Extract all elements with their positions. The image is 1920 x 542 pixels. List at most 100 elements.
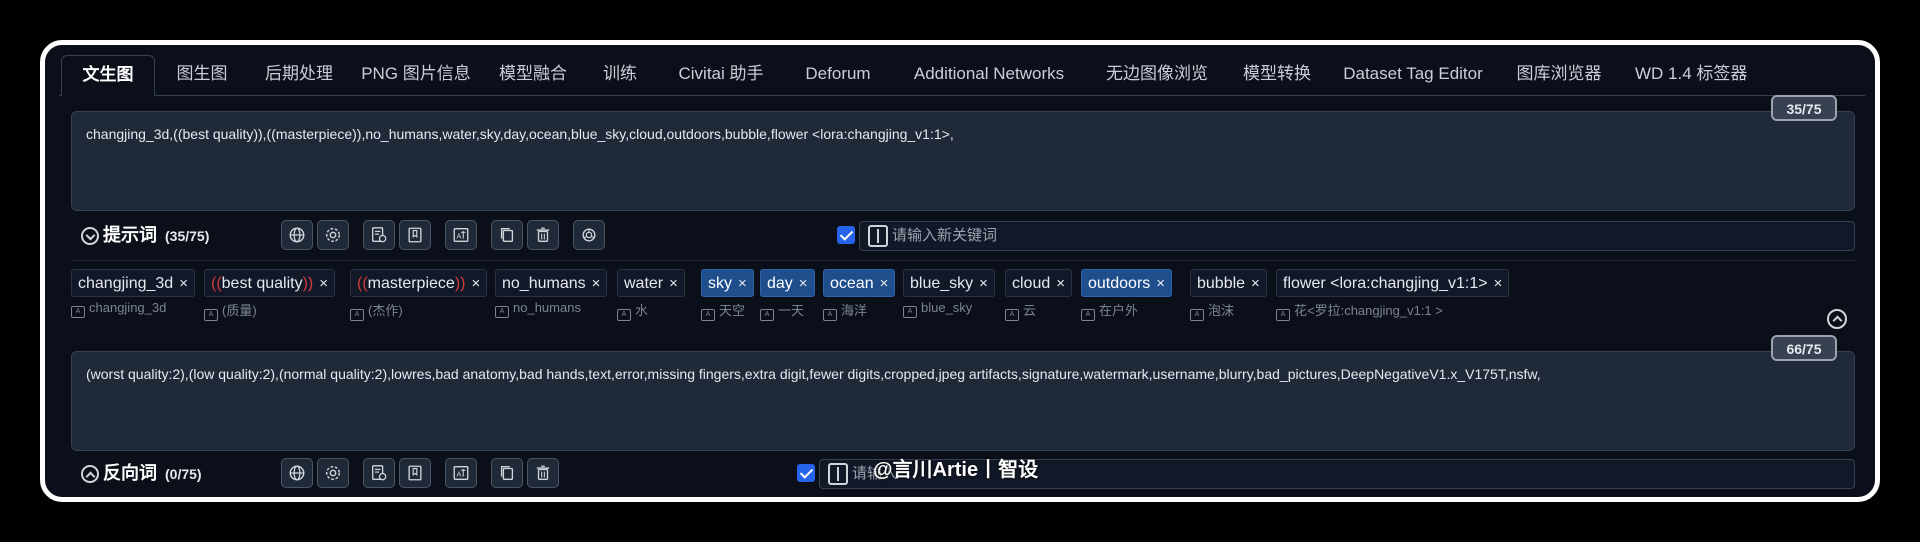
tag-translation: 泡沫 <box>1208 303 1235 318</box>
remove-tag-icon[interactable]: × <box>1156 275 1165 292</box>
tag-translation: 花<罗拉:changjing_v1:1 > <box>1294 303 1443 318</box>
bookmark-icon <box>408 227 422 243</box>
tab-deforum[interactable]: Deforum <box>787 55 889 95</box>
document-clock-icon <box>372 465 387 481</box>
tag-item[interactable]: bubble × A 泡沫 <box>1190 269 1267 321</box>
keyword-enable-checkbox[interactable] <box>797 464 815 482</box>
tab-wd14-tagger[interactable]: WD 1.4 标签器 <box>1619 55 1779 95</box>
tab-img2img[interactable]: 图生图 <box>157 55 247 95</box>
translate-small-icon: A <box>1081 309 1095 321</box>
copy-button[interactable] <box>491 458 523 488</box>
tag-item[interactable]: ((masterpiece)) × A (杰作) <box>350 269 488 321</box>
remove-tag-icon[interactable]: × <box>592 275 601 292</box>
tag-item[interactable]: outdoors × A 在户外 <box>1081 269 1173 321</box>
remove-tag-icon[interactable]: × <box>1494 275 1503 292</box>
copy-button[interactable] <box>491 220 523 250</box>
tag-label: day <box>767 275 793 292</box>
negative-prompt-textarea[interactable]: (worst quality:2),(low quality:2),(norma… <box>71 351 1855 451</box>
document-clock-icon <box>372 227 387 243</box>
tag-translation: blue_sky <box>921 300 973 315</box>
tag-item[interactable]: ((best quality)) × A (质量) <box>204 269 336 321</box>
translate-button[interactable] <box>281 458 313 488</box>
translate-small-icon: A <box>701 309 715 321</box>
tag-translation: no_humans <box>513 300 581 315</box>
positive-prompt-textarea[interactable]: changjing_3d,((best quality)),((masterpi… <box>71 111 1855 211</box>
positive-toolbar: 提示词 (35/75) A 请输入新关键词 <box>71 215 1855 255</box>
tab-txt2img[interactable]: 文生图 <box>61 55 155 96</box>
tab-png-info[interactable]: PNG 图片信息 <box>351 55 481 95</box>
tag-item[interactable]: day × A 一天 <box>760 269 815 321</box>
tab-dataset-tag-editor[interactable]: Dataset Tag Editor <box>1329 55 1497 95</box>
translate-small-icon: A <box>495 306 509 318</box>
translate-small-icon: A <box>903 306 917 318</box>
tag-label: ocean <box>830 275 874 292</box>
history-button[interactable] <box>363 220 395 250</box>
tag-label: outdoors <box>1088 275 1151 292</box>
translate-small-icon: A <box>823 309 837 321</box>
text-cursor-icon <box>868 225 888 247</box>
favorites-button[interactable] <box>399 458 431 488</box>
positive-token-counter: 35/75 <box>1771 95 1837 121</box>
tab-train[interactable]: 训练 <box>585 55 655 95</box>
tab-gallery-browser[interactable]: 图库浏览器 <box>1499 55 1619 95</box>
tab-image-browser[interactable]: 无边图像浏览 <box>1089 55 1225 95</box>
remove-tag-icon[interactable]: × <box>880 275 889 292</box>
tab-bar: 文生图 图生图 后期处理 PNG 图片信息 模型融合 训练 Civitai 助手… <box>59 55 1865 96</box>
remove-tag-icon[interactable]: × <box>319 275 328 292</box>
tab-checkpoint-merger[interactable]: 模型融合 <box>483 55 583 95</box>
tag-translation: 水 <box>635 303 649 318</box>
new-keyword-input[interactable]: 请输入新关键词 <box>859 221 1855 251</box>
remove-tag-icon[interactable]: × <box>738 275 747 292</box>
negative-prompt-text: (worst quality:2),(low quality:2),(norma… <box>86 366 1541 382</box>
tag-item[interactable]: ocean × A 海洋 <box>823 269 896 321</box>
tag-item[interactable]: blue_sky × Ablue_sky <box>903 269 995 318</box>
settings-button[interactable] <box>317 220 349 250</box>
settings-button[interactable] <box>317 458 349 488</box>
clear-button[interactable] <box>527 220 559 250</box>
tab-extras[interactable]: 后期处理 <box>249 55 349 95</box>
remove-tag-icon[interactable]: × <box>979 275 988 292</box>
tag-item[interactable]: changjing_3d × Achangjing_3d <box>71 269 195 318</box>
remove-tag-icon[interactable]: × <box>1251 275 1260 292</box>
clear-button[interactable] <box>527 458 559 488</box>
collapse-tags-icon[interactable] <box>1827 309 1847 329</box>
tab-civitai-helper[interactable]: Civitai 助手 <box>657 55 785 95</box>
translate-small-icon: A <box>1276 309 1290 321</box>
remove-tag-icon[interactable]: × <box>1056 275 1065 292</box>
keyword-enable-checkbox[interactable] <box>837 226 855 244</box>
remove-tag-icon[interactable]: × <box>471 275 480 292</box>
svg-text:A: A <box>457 470 462 479</box>
tag-label: blue_sky <box>910 275 974 292</box>
translate-small-icon: A <box>760 309 774 321</box>
history-button[interactable] <box>363 458 395 488</box>
translate-prompt-button[interactable]: A <box>445 458 477 488</box>
translate-button[interactable] <box>281 220 313 250</box>
tag-item[interactable]: cloud × A云 <box>1005 269 1073 321</box>
trash-icon <box>536 465 550 480</box>
tab-model-converter[interactable]: 模型转换 <box>1227 55 1327 95</box>
remove-tag-icon[interactable]: × <box>179 275 188 292</box>
globe-icon <box>289 465 305 481</box>
webui-panel: 文生图 图生图 后期处理 PNG 图片信息 模型融合 训练 Civitai 助手… <box>59 55 1865 489</box>
remove-tag-icon[interactable]: × <box>669 275 678 292</box>
tag-item[interactable]: no_humans × Ano_humans <box>495 269 608 318</box>
chatgpt-button[interactable] <box>573 220 605 250</box>
favorites-button[interactable] <box>399 220 431 250</box>
text-cursor-icon <box>828 463 848 485</box>
tag-weight-paren-open: (( <box>211 275 222 292</box>
prompt-tag-list: changjing_3d × Achangjing_3d ((best quali… <box>71 260 1855 325</box>
tab-additional-networks[interactable]: Additional Networks <box>891 55 1087 95</box>
tag-item[interactable]: sky × A 天空 <box>701 269 754 321</box>
tag-translation: (杰作) <box>368 303 403 318</box>
tag-translation: changjing_3d <box>89 300 167 315</box>
positive-section-header[interactable]: 提示词 (35/75) <box>81 221 209 249</box>
translate-small-icon: A <box>204 309 218 321</box>
copy-icon <box>500 228 514 242</box>
translate-prompt-button[interactable]: A <box>445 220 477 250</box>
tag-label: best quality <box>221 275 303 292</box>
tag-item[interactable]: water × A水 <box>617 269 685 321</box>
remove-tag-icon[interactable]: × <box>799 275 808 292</box>
translate-small-icon: A <box>71 306 85 318</box>
negative-section-header[interactable]: 反向词 (0/75) <box>81 459 202 487</box>
tag-item[interactable]: flower <lora:changjing_v1:1> × A 花<罗拉:chan… <box>1276 269 1510 321</box>
